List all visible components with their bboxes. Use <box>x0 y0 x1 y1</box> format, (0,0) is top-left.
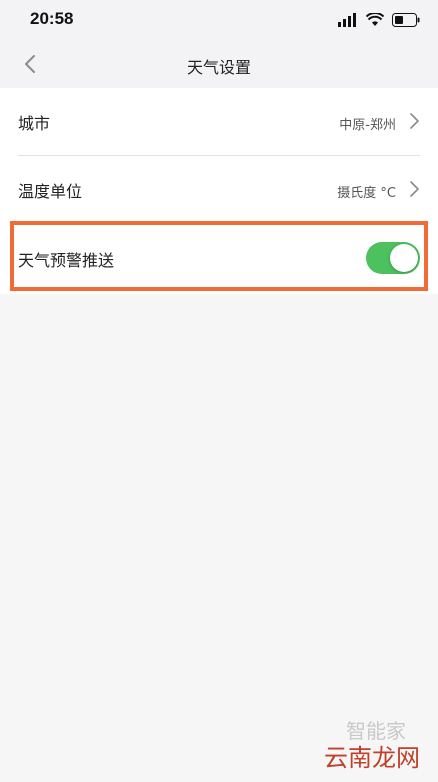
chevron-right-icon <box>410 181 419 197</box>
temperature-unit-label: 温度单位 <box>18 182 83 201</box>
wifi-icon <box>366 13 384 26</box>
temperature-unit-row[interactable]: 温度单位 摄氏度 °C <box>0 156 438 222</box>
signal-icon <box>338 13 356 27</box>
status-bar: 20:58 <box>0 0 438 40</box>
status-time: 20:58 <box>30 9 74 28</box>
city-value: 中原-郑州 <box>339 118 396 133</box>
chevron-right-icon <box>410 113 419 129</box>
watermark-bottom-text: 云南龙网 <box>324 744 420 772</box>
temperature-unit-value: 摄氏度 °C <box>337 186 396 201</box>
status-icons <box>338 12 420 28</box>
page-title: 天气设置 <box>186 58 251 77</box>
watermark-logo: 智能家 云南龙网 <box>324 719 420 772</box>
city-row[interactable]: 城市 中原-郑州 <box>0 88 438 154</box>
city-label: 城市 <box>18 114 51 133</box>
highlight-box <box>10 221 428 291</box>
watermark-top-text: 智能家 <box>346 719 406 743</box>
battery-icon <box>392 13 420 27</box>
nav-bar: 天气设置 <box>0 40 438 88</box>
